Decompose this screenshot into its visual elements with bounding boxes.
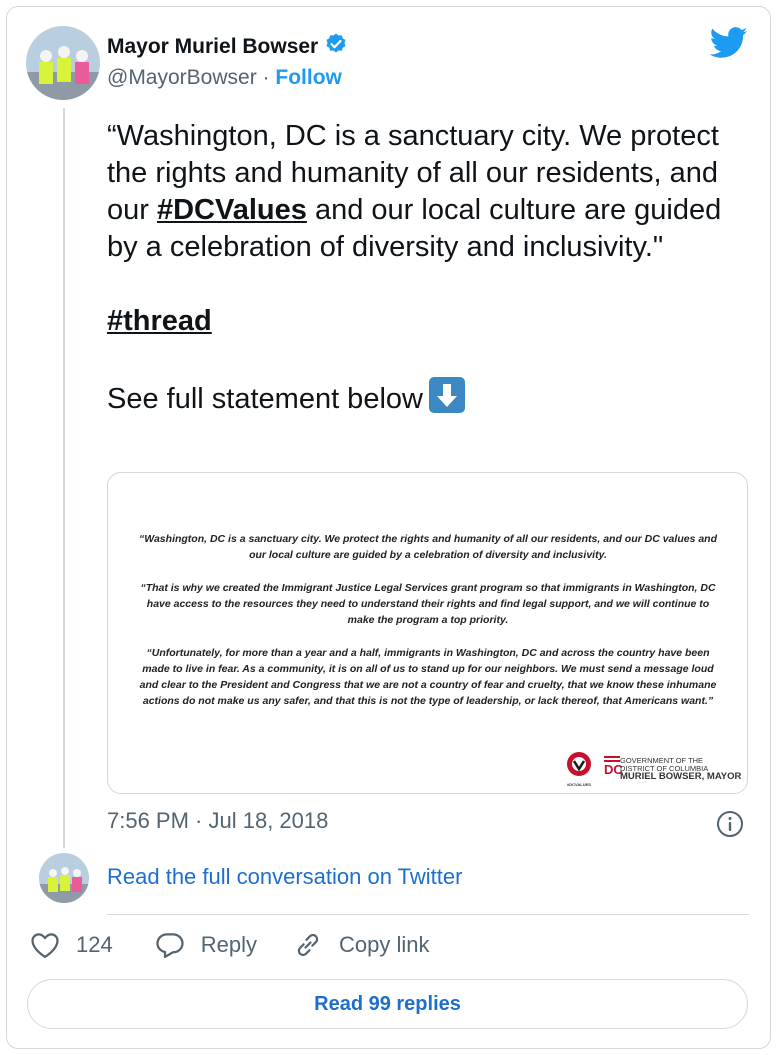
- author-name-row[interactable]: Mayor Muriel Bowser: [107, 32, 348, 62]
- statement-paragraph-2: “That is why we created the Immigrant Ju…: [140, 582, 716, 626]
- divider: [107, 914, 749, 915]
- logo-caption: #DCVALUES: [567, 782, 591, 787]
- statement-image[interactable]: “Washington, DC is a sanctuary city. We …: [107, 472, 748, 794]
- verified-badge-icon: [324, 32, 348, 62]
- action-bar: 124 Reply Copy link: [30, 930, 429, 960]
- author-avatar[interactable]: [26, 26, 100, 100]
- down-arrow-icon: [428, 377, 465, 413]
- copy-link-button[interactable]: Copy link: [293, 930, 429, 960]
- statement-paragraph-3: “Unfortunately, for more than a year and…: [139, 647, 717, 707]
- hashtag-thread[interactable]: #thread: [107, 305, 212, 337]
- info-icon[interactable]: [716, 810, 744, 843]
- read-conversation-link[interactable]: Read the full conversation on Twitter: [107, 864, 462, 890]
- reply-button[interactable]: Reply: [155, 931, 257, 959]
- copy-link-label: Copy link: [338, 932, 430, 957]
- government-credit: GOVERNMENT OF THE DISTRICT OF COLUMBIA M…: [620, 757, 742, 782]
- follow-button[interactable]: Follow: [275, 66, 342, 89]
- dc-government-mark: DC: [604, 756, 623, 777]
- dc-values-logo: #DCVALUES: [564, 751, 594, 787]
- reply-label: Reply: [200, 932, 257, 957]
- conversation-avatar[interactable]: [39, 853, 89, 903]
- author-handle[interactable]: @MayorBowser: [107, 66, 257, 89]
- tweet-paragraph-2: #thread: [107, 303, 757, 340]
- separator-dot: ·: [262, 66, 270, 89]
- gov-line-3: MURIEL BOWSER, MAYOR: [620, 771, 742, 782]
- hashtag-dcvalues[interactable]: #DCValues: [157, 194, 307, 226]
- like-button[interactable]: 124: [30, 931, 113, 959]
- read-replies-button[interactable]: Read 99 replies: [27, 979, 748, 1029]
- dc-mark-text: DC: [604, 762, 623, 777]
- thread-line: [63, 108, 65, 848]
- tweet-paragraph-3: See full statement below: [107, 377, 757, 418]
- tweet-text: “Washington, DC is a sanctuary city. We …: [107, 118, 757, 418]
- tweet-text-part: See full statement below: [107, 383, 423, 415]
- like-count: 124: [76, 932, 113, 957]
- author-handle-row: @MayorBowser · Follow: [107, 66, 342, 90]
- statement-paragraph-1: “Washington, DC is a sanctuary city. We …: [139, 533, 717, 561]
- twitter-bird-icon[interactable]: [709, 27, 748, 64]
- author-name[interactable]: Mayor Muriel Bowser: [107, 35, 318, 59]
- tweet-timestamp[interactable]: 7:56 PM · Jul 18, 2018: [107, 808, 328, 834]
- tweet-paragraph-1: “Washington, DC is a sanctuary city. We …: [107, 118, 757, 266]
